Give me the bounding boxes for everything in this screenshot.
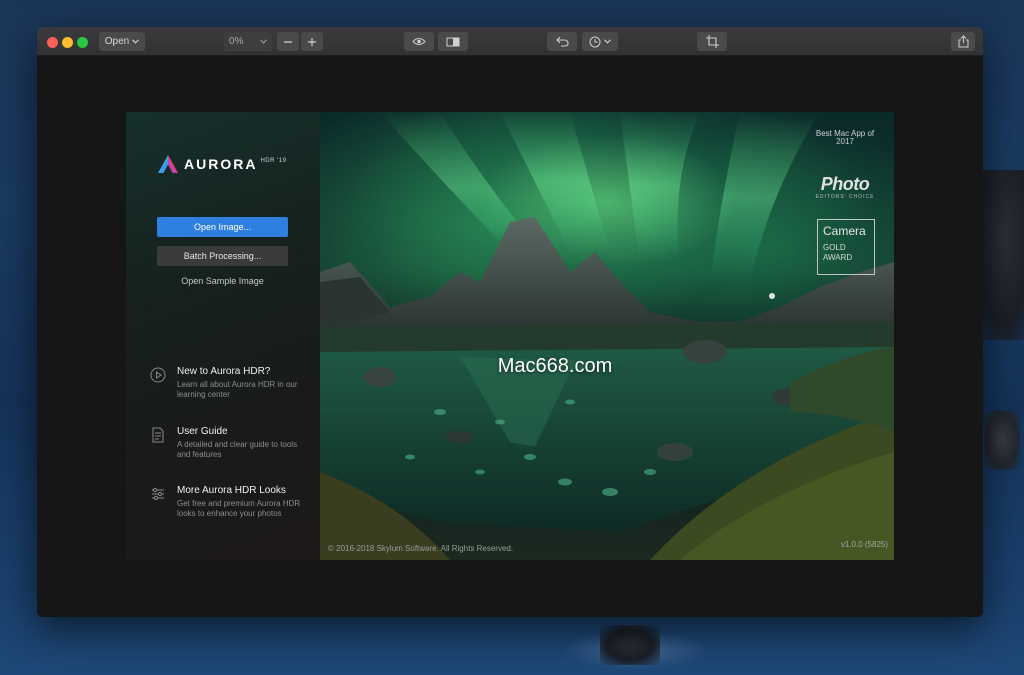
history-icon [589, 36, 601, 47]
welcome-sidebar: AURORA HDR '19 Open Image... Batch Proce… [126, 112, 320, 560]
undo-icon [555, 36, 569, 47]
compare-button[interactable] [438, 32, 468, 51]
chevron-down-icon [132, 39, 140, 44]
help-item-description: Get free and premium Aurora HDR looks to… [177, 499, 301, 518]
minimize-window-button[interactable] [62, 37, 73, 48]
app-window: Open 0% AURORA HDR '19 Open Image... Bat… [37, 27, 983, 617]
history-button[interactable] [582, 32, 618, 51]
award-photo-logo: Photo [820, 174, 870, 194]
share-icon [958, 35, 968, 48]
award-camera-badge: Camera GOLD AWARD [817, 219, 875, 275]
award-photo-subtitle: EDITORS' CHOICE [815, 194, 875, 200]
play-icon [150, 367, 166, 383]
desktop-wallpaper-rock [984, 410, 1020, 470]
eye-icon [412, 38, 426, 45]
open-sample-image-link[interactable]: Open Sample Image [157, 276, 288, 286]
undo-button[interactable] [547, 32, 577, 51]
compare-icon [446, 37, 460, 46]
chevron-down-icon [260, 39, 267, 44]
zoom-in-button[interactable] [301, 32, 323, 51]
help-item-title: New to Aurora HDR? [177, 366, 271, 377]
share-button[interactable] [951, 32, 975, 51]
copyright-text: © 2016-2018 Skylum Software. All Rights … [328, 544, 514, 553]
zoom-select[interactable]: 0% [224, 32, 272, 51]
toolbar: Open 0% [37, 27, 983, 56]
app-logo: AURORA HDR '19 [157, 154, 286, 174]
desktop-wallpaper-rock [600, 625, 660, 665]
document-icon [152, 427, 164, 443]
aurora-logo-icon [158, 155, 178, 173]
help-item-description: Learn all about Aurora HDR in our learni… [177, 380, 298, 399]
minus-icon [284, 40, 292, 43]
help-item-learning-center[interactable]: New to Aurora HDR? Learn all about Auror… [150, 366, 315, 406]
open-menu-button[interactable]: Open [99, 32, 145, 51]
hero-image: Best Mac App of 2017 Photo EDITORS' CHOI… [320, 112, 894, 560]
logo-name: AURORA [184, 156, 258, 172]
logo-suffix: HDR '19 [260, 158, 287, 164]
batch-processing-button[interactable]: Batch Processing... [157, 246, 288, 266]
watermark-text: Mac668.com [497, 355, 613, 377]
award-camera-gold: GOLD AWARD [823, 243, 853, 262]
crop-button[interactable] [697, 32, 727, 51]
zoom-out-button[interactable] [277, 32, 299, 51]
landscape-illustration [320, 112, 894, 560]
award-best-mac-app: Best Mac App of 2017 [815, 129, 875, 146]
help-item-description: A detailed and clear guide to tools and … [177, 440, 298, 459]
preview-toggle-button[interactable] [404, 32, 434, 51]
award-camera-title: Camera [823, 224, 866, 238]
chevron-down-icon [604, 39, 611, 44]
help-item-title: More Aurora HDR Looks [177, 485, 286, 496]
welcome-panel: AURORA HDR '19 Open Image... Batch Proce… [126, 112, 894, 560]
crop-icon [705, 35, 719, 48]
zoom-value: 0% [229, 36, 244, 47]
open-menu-label: Open [104, 36, 130, 47]
version-text: v1.0.0 (5825) [840, 540, 888, 549]
help-item-title: User Guide [177, 426, 228, 437]
help-item-more-looks[interactable]: More Aurora HDR Looks Get free and premi… [150, 485, 315, 535]
maximize-window-button[interactable] [77, 37, 88, 48]
close-window-button[interactable] [47, 37, 58, 48]
help-item-user-guide[interactable]: User Guide A detailed and clear guide to… [150, 426, 315, 466]
plus-icon [308, 37, 316, 46]
sliders-icon [152, 487, 164, 501]
open-image-button[interactable]: Open Image... [157, 217, 288, 237]
